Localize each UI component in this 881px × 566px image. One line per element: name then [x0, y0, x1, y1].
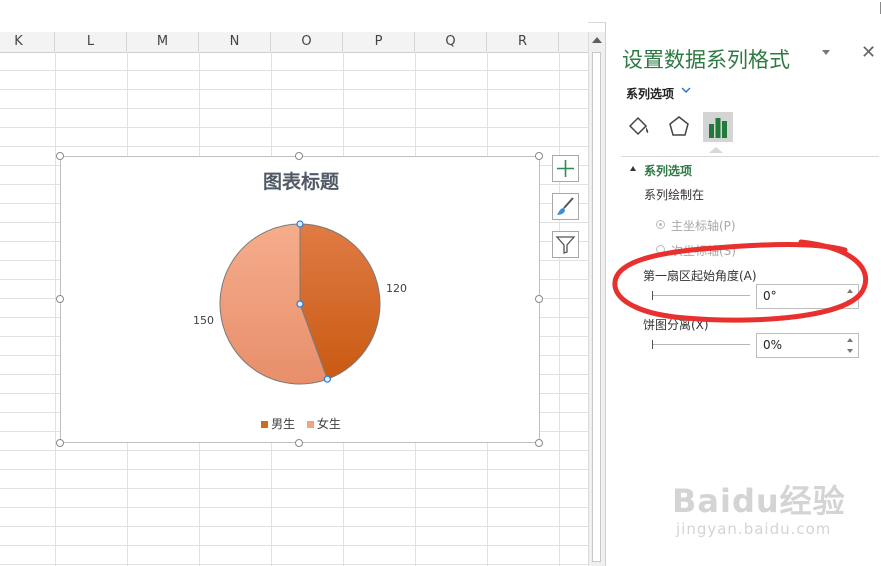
plus-icon	[557, 160, 574, 177]
column-header-n[interactable]: N	[199, 32, 271, 52]
pie-explosion-slider[interactable]	[652, 344, 750, 345]
legend-label-male: 男生	[271, 417, 296, 431]
column-header-p[interactable]: P	[343, 32, 415, 52]
resize-handle-top-left[interactable]	[56, 152, 64, 160]
vertical-scrollbar[interactable]	[588, 32, 605, 566]
pie-chart[interactable]: 图表标题 120 150 男生 女生	[60, 156, 540, 443]
watermark-url: jingyan.baidu.com	[676, 520, 832, 538]
watermark-text: Baidu经验	[672, 482, 846, 520]
column-header-row: K L M N O P Q R	[0, 32, 588, 53]
collapse-arrow-icon[interactable]	[630, 166, 636, 171]
gridline-horizontal	[0, 70, 588, 71]
gridline-horizontal	[0, 545, 588, 546]
gridline-horizontal	[0, 564, 588, 565]
top-strip	[0, 0, 881, 23]
gridline-horizontal	[0, 488, 588, 489]
gridline-horizontal	[0, 127, 588, 128]
plot-series-on-label: 系列绘制在	[644, 188, 705, 202]
resize-handle-left[interactable]	[56, 295, 64, 303]
scroll-thumb[interactable]	[592, 52, 601, 562]
gridline-horizontal	[0, 469, 588, 470]
spin-up-icon[interactable]	[847, 338, 853, 342]
resize-handle-bottom-left[interactable]	[56, 439, 64, 447]
chevron-down-icon[interactable]	[681, 86, 691, 94]
legend-item-female[interactable]: 女生	[306, 415, 341, 432]
gridline-horizontal	[0, 89, 588, 90]
gridline-horizontal	[0, 526, 588, 527]
close-icon[interactable]: ✕	[861, 42, 876, 63]
legend-label-female: 女生	[316, 417, 341, 431]
pentagon-icon	[669, 116, 689, 136]
pie-explosion-spinner[interactable]: 0%	[756, 333, 859, 358]
chart-filters-button[interactable]	[552, 231, 579, 258]
data-label-female[interactable]: 150	[193, 314, 214, 327]
chart-styles-button[interactable]	[552, 193, 579, 220]
bar-chart-icon	[709, 118, 727, 138]
column-header-k[interactable]: K	[0, 32, 55, 52]
legend-swatch-female	[306, 421, 314, 428]
legend-item-male[interactable]: 男生	[261, 415, 295, 432]
pie-explosion-value[interactable]: 0%	[763, 338, 782, 352]
section-series-options[interactable]: 系列选项	[644, 162, 692, 179]
tab-pointer	[709, 147, 723, 153]
spin-down-icon[interactable]	[847, 349, 853, 353]
gridline-horizontal	[0, 108, 588, 109]
gridline-horizontal	[0, 450, 588, 451]
column-header-q[interactable]: Q	[415, 32, 487, 52]
pane-title: 设置数据系列格式	[622, 48, 790, 72]
chart-legend[interactable]: 男生 女生	[61, 415, 541, 432]
resize-handle-bottom[interactable]	[295, 439, 303, 447]
gridline-horizontal	[0, 146, 588, 147]
pane-separator	[621, 156, 879, 157]
baidu-watermark: Baidu经验 jingyan.baidu.com	[672, 476, 846, 538]
legend-swatch-male	[261, 421, 269, 428]
pie-plot[interactable]	[61, 157, 541, 444]
series-selection-point[interactable]	[323, 375, 331, 383]
funnel-icon	[555, 236, 576, 254]
effects-tab[interactable]	[664, 112, 694, 142]
column-header-o[interactable]: O	[271, 32, 343, 52]
resize-handle-top[interactable]	[295, 152, 303, 160]
paintbrush-icon	[557, 197, 574, 215]
resize-handle-top-right[interactable]	[535, 152, 543, 160]
pane-options-dropdown-icon[interactable]	[822, 50, 830, 55]
series-selection-point[interactable]	[296, 300, 304, 308]
chart-elements-button[interactable]	[552, 155, 579, 182]
fill-line-tab[interactable]	[624, 112, 654, 142]
column-header-m[interactable]: M	[127, 32, 199, 52]
primary-axis-radio[interactable]	[656, 220, 665, 229]
column-header-l[interactable]: L	[55, 32, 127, 52]
pie-explosion-slider-thumb[interactable]	[652, 340, 653, 349]
series-options-tab[interactable]	[703, 112, 733, 142]
red-ellipse-annotation	[612, 239, 869, 323]
series-selection-point[interactable]	[296, 220, 304, 228]
resize-handle-right[interactable]	[535, 295, 543, 303]
scroll-up-arrow-icon[interactable]	[592, 37, 602, 43]
series-options-dropdown[interactable]: 系列选项	[626, 85, 674, 102]
paint-bucket-icon	[628, 116, 649, 136]
data-label-male[interactable]: 120	[386, 282, 407, 295]
resize-handle-bottom-right[interactable]	[535, 439, 543, 447]
column-header-r[interactable]: R	[487, 32, 559, 52]
gridline-horizontal	[0, 507, 588, 508]
